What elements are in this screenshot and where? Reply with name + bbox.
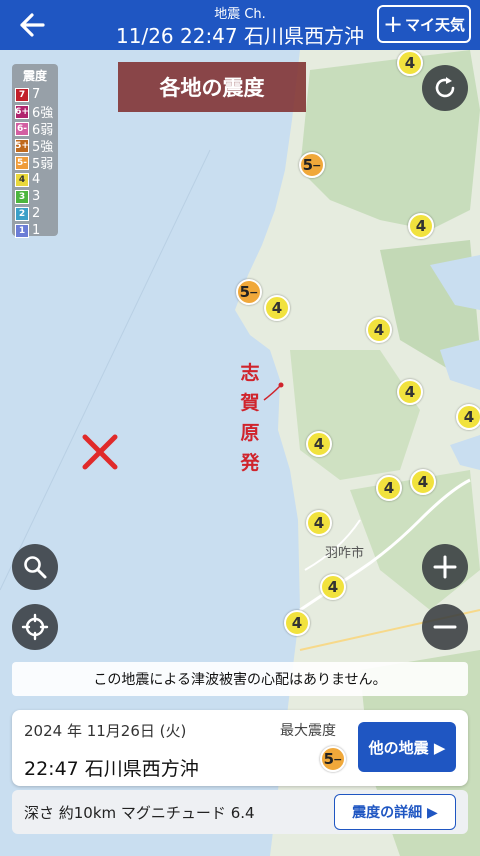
intensity-marker-5-lower[interactable]: 5− bbox=[236, 279, 262, 305]
my-weather-label: マイ天気 bbox=[405, 15, 466, 34]
app-header: 地震 Ch. 11/26 22:47 石川県西方沖 + マイ天気 bbox=[0, 0, 480, 50]
search-icon bbox=[24, 556, 47, 579]
legend-row: 22 bbox=[15, 205, 55, 222]
marker-value: 4 bbox=[417, 473, 429, 491]
earthquake-info-card: 2024 年 11月26日 (火) 22:47 石川県西方沖 最大震度 5− 他… bbox=[12, 710, 468, 786]
legend-chip: 4 bbox=[15, 172, 29, 187]
legend-row: 6- 6弱 bbox=[15, 120, 55, 138]
marker-value: 4 bbox=[373, 321, 385, 339]
marker-suffix: − bbox=[249, 285, 259, 299]
max-intensity-label: 最大震度 bbox=[280, 723, 336, 739]
intensity-marker-4[interactable]: 4 bbox=[408, 213, 434, 239]
intensity-marker-4[interactable]: 4 bbox=[366, 317, 392, 343]
intensity-marker-4[interactable]: 4 bbox=[410, 469, 436, 495]
marker-suffix: − bbox=[312, 158, 322, 172]
crosshair-icon bbox=[21, 613, 49, 641]
intensity-marker-4[interactable]: 4 bbox=[397, 379, 423, 405]
marker-value: 4 bbox=[313, 514, 325, 532]
legend-row: 44 bbox=[15, 171, 55, 188]
intensity-marker-4[interactable]: 4 bbox=[397, 50, 423, 76]
tsunami-notice: この地震による津波被害の心配はありません。 bbox=[12, 662, 468, 696]
legend-chip: 3 bbox=[15, 189, 29, 204]
legend-row: 77 bbox=[15, 86, 55, 103]
other-quakes-button[interactable]: 他の地震 ▶ bbox=[358, 722, 456, 772]
legend-label: 1 bbox=[32, 223, 41, 238]
legend-row: 33 bbox=[15, 188, 55, 205]
marker-value: 4 bbox=[383, 479, 395, 497]
legend-chip: 5+ bbox=[15, 138, 29, 153]
nuclear-plant-label: 志賀原発 bbox=[240, 362, 260, 474]
badge-suffix: − bbox=[333, 752, 343, 766]
quake-date: 2024 年 11月26日 (火) bbox=[24, 722, 187, 740]
legend-chip: 6+ bbox=[15, 104, 29, 119]
intensity-marker-5-lower[interactable]: 5− bbox=[299, 152, 325, 178]
intensity-marker-4[interactable]: 4 bbox=[456, 404, 480, 430]
legend-row: 5+ 5強 bbox=[15, 137, 55, 155]
marker-value: 4 bbox=[327, 578, 339, 596]
depth-magnitude-text: 深さ 約10km マグニチュード 6.4 bbox=[24, 804, 255, 822]
quake-time-place: 22:47 石川県西方沖 bbox=[24, 758, 199, 780]
intensity-legend: 震度 77 6+ 6強 6- 6弱 5+ 5強 5- 5弱 44 33 22 11 bbox=[12, 64, 58, 239]
marker-value: 4 bbox=[313, 435, 325, 453]
legend-chip: 1 bbox=[15, 223, 29, 238]
intensity-marker-4[interactable]: 4 bbox=[376, 475, 402, 501]
plus-icon: + bbox=[382, 10, 404, 38]
plus-icon bbox=[433, 555, 457, 579]
intensity-marker-4[interactable]: 4 bbox=[284, 610, 310, 636]
intensity-marker-4[interactable]: 4 bbox=[306, 510, 332, 536]
locate-button[interactable] bbox=[12, 604, 58, 650]
city-label: 羽咋市 bbox=[325, 546, 365, 561]
epicenter-icon bbox=[82, 434, 118, 470]
legend-chip: 6- bbox=[15, 121, 29, 136]
max-intensity-badge: 5− bbox=[320, 746, 346, 772]
marker-value: 4 bbox=[404, 54, 416, 72]
map-title: 各地の震度 bbox=[118, 62, 306, 112]
legend-label: 7 bbox=[32, 87, 41, 102]
legend-label: 3 bbox=[32, 189, 41, 204]
pointer-icon bbox=[263, 382, 284, 401]
intensity-marker-4[interactable]: 4 bbox=[320, 574, 346, 600]
legend-label: 4 bbox=[32, 172, 41, 187]
marker-value: 4 bbox=[291, 614, 303, 632]
legend-row: 6+ 6強 bbox=[15, 103, 55, 121]
legend-label: 2 bbox=[32, 206, 41, 221]
minus-icon bbox=[433, 625, 457, 629]
my-weather-button[interactable]: + マイ天気 bbox=[377, 5, 471, 43]
refresh-icon bbox=[435, 77, 455, 98]
legend-title: 震度 bbox=[22, 69, 47, 83]
legend-label: 5弱 bbox=[32, 157, 54, 172]
marker-value: 4 bbox=[271, 299, 283, 317]
intensity-marker-4[interactable]: 4 bbox=[264, 295, 290, 321]
search-button[interactable] bbox=[12, 544, 58, 590]
legend-row: 5- 5弱 bbox=[15, 154, 55, 172]
legend-chip: 2 bbox=[15, 206, 29, 221]
refresh-button[interactable] bbox=[422, 65, 468, 111]
zoom-in-button[interactable] bbox=[422, 544, 468, 590]
legend-chip: 5- bbox=[15, 155, 29, 170]
intensity-detail-button[interactable]: 震度の詳細 ▶ bbox=[334, 794, 456, 830]
marker-value: 4 bbox=[463, 408, 475, 426]
quake-detail-bar: 深さ 約10km マグニチュード 6.4 震度の詳細 ▶ bbox=[12, 790, 468, 834]
legend-chip: 7 bbox=[15, 87, 29, 102]
zoom-out-button[interactable] bbox=[422, 604, 468, 650]
legend-row: 11 bbox=[15, 222, 55, 239]
intensity-marker-4[interactable]: 4 bbox=[306, 431, 332, 457]
marker-value: 4 bbox=[404, 383, 416, 401]
marker-value: 4 bbox=[415, 217, 427, 235]
